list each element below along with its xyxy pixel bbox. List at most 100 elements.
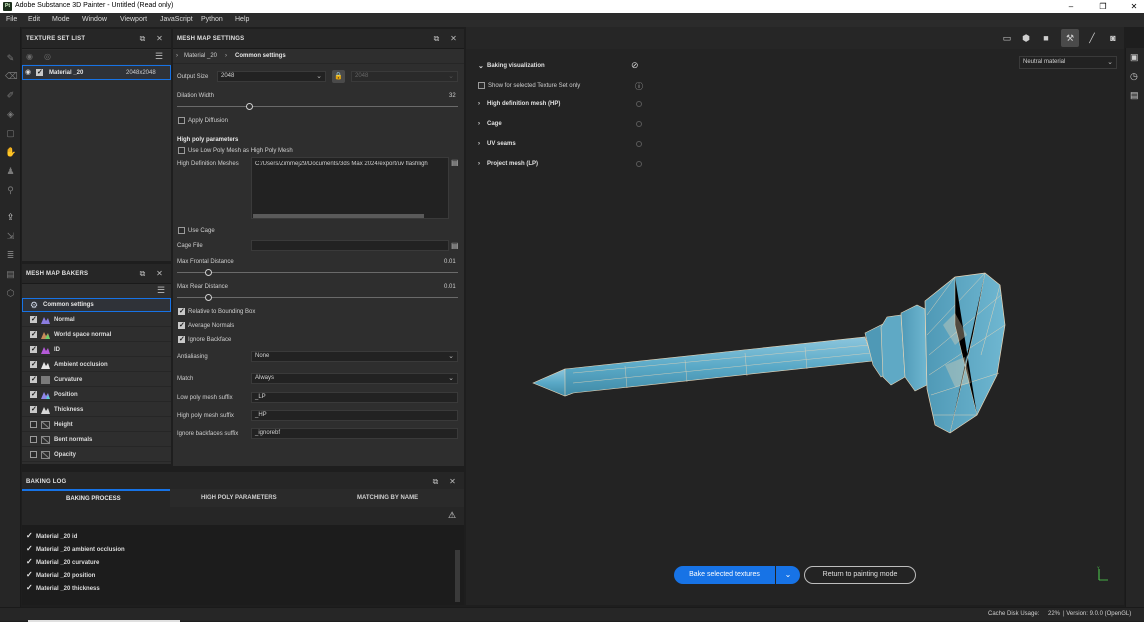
- close-panel-icon[interactable]: ✕: [448, 477, 457, 486]
- mesh-model[interactable]: [525, 265, 1025, 440]
- average-normals-checkbox[interactable]: [178, 321, 185, 329]
- visibility-dot-icon[interactable]: [636, 121, 642, 127]
- common-settings-item[interactable]: ⚙ Common settings: [22, 298, 171, 312]
- baker-row-opacity[interactable]: Opacity: [22, 448, 171, 462]
- visibility-all-icon[interactable]: ◉: [26, 52, 33, 61]
- baker-checkbox[interactable]: [30, 315, 37, 323]
- info-icon[interactable]: ⓘ: [635, 81, 643, 92]
- close-panel-icon[interactable]: ✕: [449, 34, 458, 43]
- smudge-icon[interactable]: ✋: [5, 147, 16, 158]
- clone-icon[interactable]: ♟: [5, 166, 16, 177]
- max-rear-slider-handle[interactable]: [205, 294, 212, 301]
- float-panel-icon[interactable]: ⧉: [431, 477, 440, 486]
- material-mode-select[interactable]: Neutral material ⌄: [1019, 56, 1117, 69]
- chevron-right-icon[interactable]: ›: [478, 121, 480, 127]
- select-mode-icon[interactable]: ▭: [1000, 31, 1014, 45]
- hd-meshes-scrollbar[interactable]: [253, 214, 424, 218]
- cube-view-icon[interactable]: ⬢: [1019, 31, 1033, 45]
- chevron-right-icon[interactable]: ›: [478, 141, 480, 147]
- chevron-right-icon[interactable]: ›: [478, 101, 480, 107]
- baker-checkbox[interactable]: [30, 330, 37, 338]
- menu-python[interactable]: Python: [201, 16, 223, 23]
- high-suffix-field[interactable]: _HP: [251, 410, 458, 421]
- polygon-fill-icon[interactable]: ▢: [5, 128, 16, 139]
- antialiasing-select[interactable]: None ⌄: [251, 351, 458, 362]
- low-suffix-field[interactable]: _LP: [251, 392, 458, 403]
- texture-set-checkbox[interactable]: [36, 68, 43, 76]
- lock-icon[interactable]: 🔒: [332, 70, 345, 83]
- section-high-definition-mesh[interactable]: High definition mesh (HP): [487, 101, 560, 107]
- eye-icon[interactable]: ◉: [25, 68, 31, 76]
- menu-file[interactable]: File: [6, 16, 17, 23]
- menu-window[interactable]: Window: [82, 16, 107, 23]
- use-cage-checkbox[interactable]: [178, 227, 185, 234]
- file-browse-icon[interactable]: ▤: [451, 158, 459, 167]
- visibility-dot-icon[interactable]: [636, 161, 642, 167]
- use-low-poly-checkbox[interactable]: [178, 147, 185, 154]
- box-icon[interactable]: ⬡: [5, 288, 16, 299]
- dilation-width-slider[interactable]: [177, 106, 458, 107]
- baker-checkbox[interactable]: [30, 405, 37, 413]
- geometry-fill-icon[interactable]: ◈: [5, 109, 16, 120]
- baker-checkbox[interactable]: [30, 421, 37, 428]
- close-window-button[interactable]: ✕: [1128, 1, 1140, 12]
- history-icon[interactable]: ◷: [1130, 71, 1138, 82]
- baker-row-height[interactable]: Height: [22, 418, 171, 432]
- section-uv-seams[interactable]: UV seams: [487, 141, 516, 147]
- bakers-options-icon[interactable]: ☰: [157, 285, 165, 296]
- baker-row-world-space-normal[interactable]: World space normal: [22, 328, 171, 342]
- texture-set-item[interactable]: ◉ Material _20 2048x2048: [22, 65, 171, 80]
- close-panel-icon[interactable]: ✕: [155, 269, 164, 278]
- chevron-down-icon[interactable]: ⌄: [478, 62, 484, 70]
- cage-file-field[interactable]: [251, 240, 449, 251]
- float-panel-icon[interactable]: ⧉: [432, 34, 441, 43]
- visibility-dot-icon[interactable]: [636, 101, 642, 107]
- baker-checkbox[interactable]: [30, 360, 37, 368]
- screenshot-icon[interactable]: ◙: [1106, 31, 1120, 45]
- minimize-button[interactable]: –: [1065, 1, 1077, 12]
- paint-brush-icon[interactable]: ✎: [5, 53, 16, 64]
- document-icon[interactable]: ▤: [5, 269, 16, 280]
- baker-row-position[interactable]: Position: [22, 388, 171, 402]
- baker-checkbox[interactable]: [30, 345, 37, 353]
- section-cage[interactable]: Cage: [487, 121, 502, 127]
- hd-meshes-list[interactable]: C:/Users/Zimmej29/Documents/3ds Max 2024…: [251, 157, 449, 219]
- baker-checkbox[interactable]: [30, 375, 37, 383]
- picker-icon[interactable]: ⚲: [5, 185, 16, 196]
- relative-bbox-checkbox[interactable]: [178, 307, 185, 315]
- menu-mode[interactable]: Mode: [52, 16, 70, 23]
- log-scrollbar[interactable]: [455, 550, 460, 602]
- baker-checkbox[interactable]: [30, 436, 37, 443]
- visibility-dot-icon[interactable]: [636, 141, 642, 147]
- baker-checkbox[interactable]: [30, 451, 37, 458]
- return-to-painting-mode-button[interactable]: Return to painting mode: [804, 566, 916, 584]
- menu-viewport[interactable]: Viewport: [120, 16, 147, 23]
- dilation-width-slider-handle[interactable]: [246, 103, 253, 110]
- baker-row-ambient-occlusion[interactable]: Ambient occlusion: [22, 358, 171, 372]
- max-frontal-slider[interactable]: [177, 272, 458, 273]
- list-options-icon[interactable]: ☰: [155, 51, 163, 62]
- float-panel-icon[interactable]: ⧉: [138, 269, 147, 278]
- display-settings-icon[interactable]: ▣: [1130, 52, 1139, 63]
- properties-icon[interactable]: ▤: [1130, 90, 1139, 101]
- section-project-mesh[interactable]: Project mesh (LP): [487, 161, 538, 167]
- tab-matching-by-name[interactable]: MATCHING BY NAME: [316, 489, 464, 507]
- eye-off-icon[interactable]: ⊘: [631, 60, 639, 71]
- output-size-select[interactable]: 2048 ⌄: [217, 71, 326, 82]
- tab-high-poly-parameters[interactable]: HIGH POLY PARAMETERS: [170, 489, 316, 507]
- baker-row-thickness[interactable]: Thickness: [22, 403, 171, 417]
- solo-icon[interactable]: ◎: [44, 52, 51, 61]
- max-rear-slider[interactable]: [177, 297, 458, 298]
- close-panel-icon[interactable]: ✕: [155, 34, 164, 43]
- export-icon[interactable]: ⇲: [5, 231, 16, 242]
- hd-mesh-path[interactable]: C:/Users/Zimmej29/Documents/3ds Max 2024…: [255, 161, 447, 167]
- eraser-icon[interactable]: ⌫: [5, 71, 18, 82]
- bake-selected-textures-button[interactable]: Bake selected textures: [674, 566, 775, 584]
- baker-row-normal[interactable]: Normal: [22, 313, 171, 327]
- menu-javascript[interactable]: JavaScript: [160, 16, 193, 23]
- menu-edit[interactable]: Edit: [28, 16, 40, 23]
- baker-checkbox[interactable]: [30, 390, 37, 398]
- baker-row-id[interactable]: ID: [22, 343, 171, 357]
- bake-tool-icon[interactable]: ⚒: [1063, 31, 1077, 45]
- brush-icon[interactable]: ╱: [1085, 31, 1099, 45]
